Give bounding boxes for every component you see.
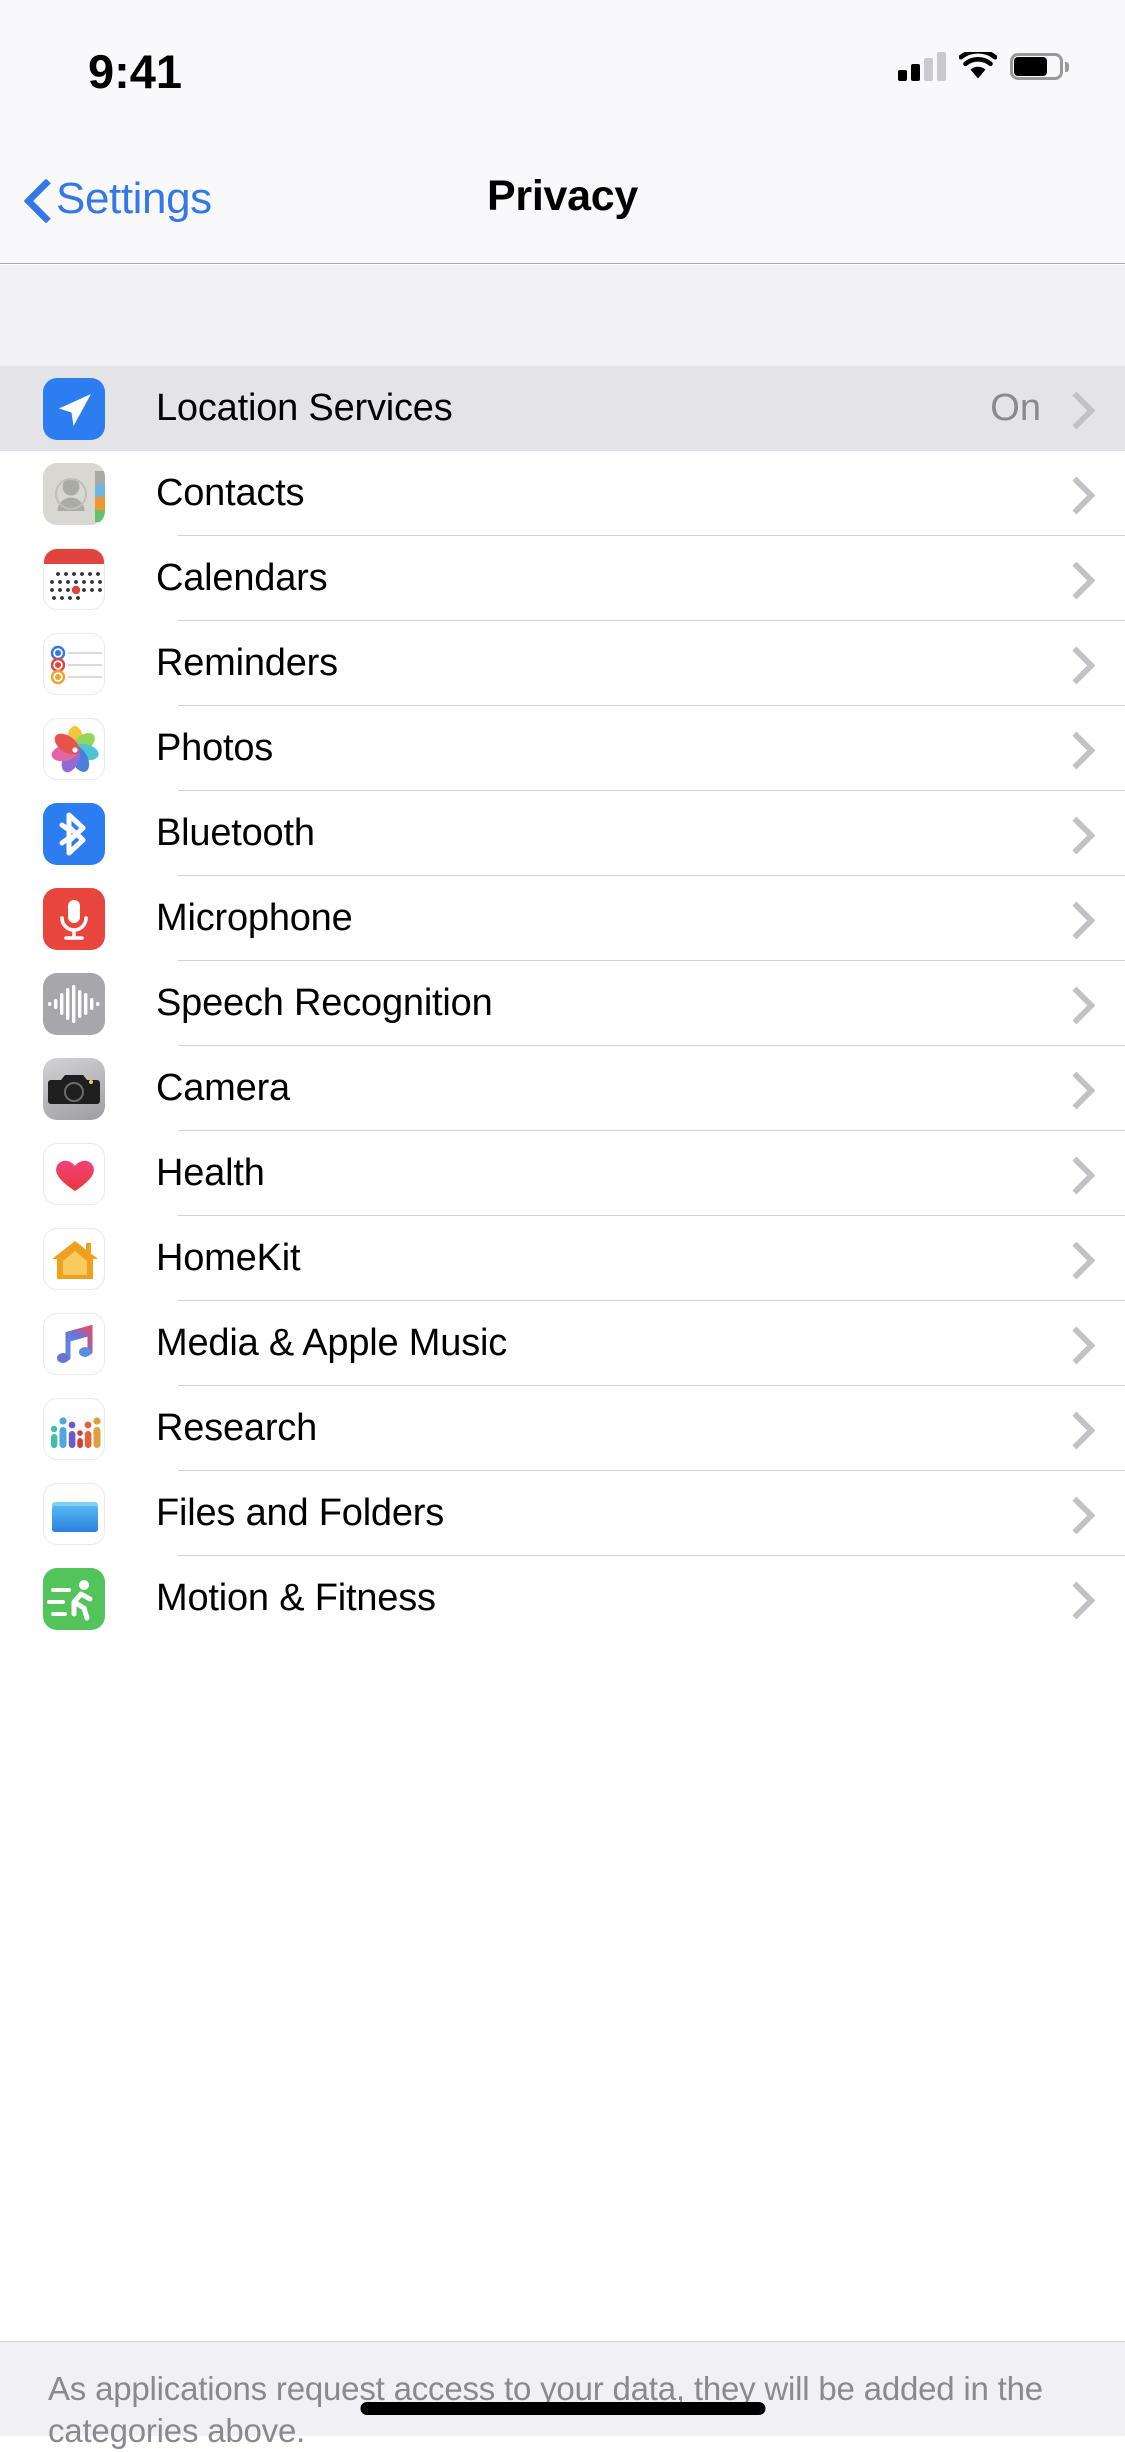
bluetooth-icon xyxy=(43,802,105,865)
list-item-calendars[interactable]: Calendars xyxy=(0,536,1125,621)
list-item-accessory xyxy=(1041,563,1081,595)
camera-icon xyxy=(43,1057,105,1120)
list-item-accessory xyxy=(1041,1158,1081,1190)
list-item-label: Microphone xyxy=(156,897,353,939)
list-item-label: Health xyxy=(156,1152,265,1194)
status-bar-time: 9:41 xyxy=(88,45,183,98)
contacts-icon xyxy=(43,462,105,525)
list-item-label: Media & Apple Music xyxy=(156,1322,508,1364)
list-item-label: Calendars xyxy=(156,557,328,599)
list-item-label: Camera xyxy=(156,1067,290,1109)
list-item-label: Location Services xyxy=(156,387,453,429)
list-item-accessory xyxy=(1041,1498,1081,1530)
list-item-contacts[interactable]: Contacts xyxy=(0,451,1125,536)
list-item-accessory xyxy=(1041,818,1081,850)
battery-icon xyxy=(1010,52,1069,80)
health-icon xyxy=(43,1142,105,1205)
list-item-speech-recognition[interactable]: Speech Recognition xyxy=(0,961,1125,1046)
research-icon xyxy=(43,1397,105,1460)
chevron-right-icon xyxy=(1063,733,1081,765)
page-title: Privacy xyxy=(487,172,638,220)
chevron-right-icon xyxy=(1063,563,1081,595)
list-item-accessory: On xyxy=(990,387,1081,430)
location-services-icon xyxy=(43,377,105,440)
home-indicator[interactable] xyxy=(360,2402,765,2415)
reminders-icon xyxy=(43,632,105,695)
chevron-right-icon xyxy=(1063,903,1081,935)
list-item-label: Contacts xyxy=(156,472,305,514)
list-item-accessory xyxy=(1041,1073,1081,1105)
list-item-label: Bluetooth xyxy=(156,812,315,854)
list-item-accessory xyxy=(1041,903,1081,935)
chevron-right-icon xyxy=(1063,1413,1081,1445)
microphone-icon xyxy=(43,887,105,950)
wifi-icon xyxy=(958,48,998,80)
list-item-reminders[interactable]: Reminders xyxy=(0,621,1125,706)
list-item-label: Reminders xyxy=(156,642,338,684)
list-item-accessory xyxy=(1041,988,1081,1020)
status-bar-indicators xyxy=(898,46,1069,86)
list-item-accessory xyxy=(1041,1328,1081,1360)
photos-icon xyxy=(43,717,105,780)
list-item-accessory xyxy=(1041,648,1081,680)
list-item-label: Motion & Fitness xyxy=(156,1577,436,1619)
list-item-label: Files and Folders xyxy=(156,1492,445,1534)
chevron-right-icon xyxy=(1063,393,1081,425)
status-value: On xyxy=(990,387,1041,429)
list-item-location-services[interactable]: Location Services On xyxy=(0,366,1125,451)
chevron-right-icon xyxy=(1063,988,1081,1020)
cellular-signal-icon xyxy=(898,51,946,81)
chevron-right-icon xyxy=(1063,1158,1081,1190)
navigation-bar: Settings Privacy xyxy=(0,132,1125,264)
list-item-files-and-folders[interactable]: Files and Folders xyxy=(0,1471,1125,1556)
list-item-health[interactable]: Health xyxy=(0,1131,1125,1216)
list-item-accessory xyxy=(1041,1243,1081,1275)
chevron-right-icon xyxy=(1063,1073,1081,1105)
list-item-label: Photos xyxy=(156,727,274,769)
list-item-bluetooth[interactable]: Bluetooth xyxy=(0,791,1125,876)
chevron-right-icon xyxy=(1063,648,1081,680)
homekit-icon xyxy=(43,1227,105,1290)
files-and-folders-icon xyxy=(43,1482,105,1545)
list-item-homekit[interactable]: HomeKit xyxy=(0,1216,1125,1301)
section-gap xyxy=(0,265,1125,366)
list-item-label: Speech Recognition xyxy=(156,982,493,1024)
list-item-accessory xyxy=(1041,478,1081,510)
privacy-list: Location Services On Contacts Calendars … xyxy=(0,366,1125,1641)
list-item-photos[interactable]: Photos xyxy=(0,706,1125,791)
list-item-label: Research xyxy=(156,1407,318,1449)
chevron-right-icon xyxy=(1063,818,1081,850)
chevron-right-icon xyxy=(1063,1243,1081,1275)
list-item-camera[interactable]: Camera xyxy=(0,1046,1125,1131)
list-item-motion-fitness[interactable]: Motion & Fitness xyxy=(0,1556,1125,1641)
speech-recognition-icon xyxy=(43,972,105,1035)
list-item-accessory xyxy=(1041,1413,1081,1445)
list-item-accessory xyxy=(1041,733,1081,765)
footer-note: As applications request access to your d… xyxy=(0,2341,1125,2449)
iphone-screen: 9:41 Settings Privacy Location Services … xyxy=(0,0,1125,2449)
list-item-microphone[interactable]: Microphone xyxy=(0,876,1125,961)
list-item-accessory xyxy=(1041,1583,1081,1615)
chevron-right-icon xyxy=(1063,1328,1081,1360)
motion-fitness-icon xyxy=(43,1567,105,1630)
list-item-research[interactable]: Research xyxy=(0,1386,1125,1471)
media-apple-music-icon xyxy=(43,1312,105,1375)
list-item-media-apple-music[interactable]: Media & Apple Music xyxy=(0,1301,1125,1386)
calendars-icon xyxy=(43,547,105,610)
chevron-right-icon xyxy=(1063,1583,1081,1615)
chevron-right-icon xyxy=(1063,1498,1081,1530)
chevron-right-icon xyxy=(1063,478,1081,510)
list-item-label: HomeKit xyxy=(156,1237,301,1279)
status-bar: 9:41 xyxy=(0,0,1125,132)
